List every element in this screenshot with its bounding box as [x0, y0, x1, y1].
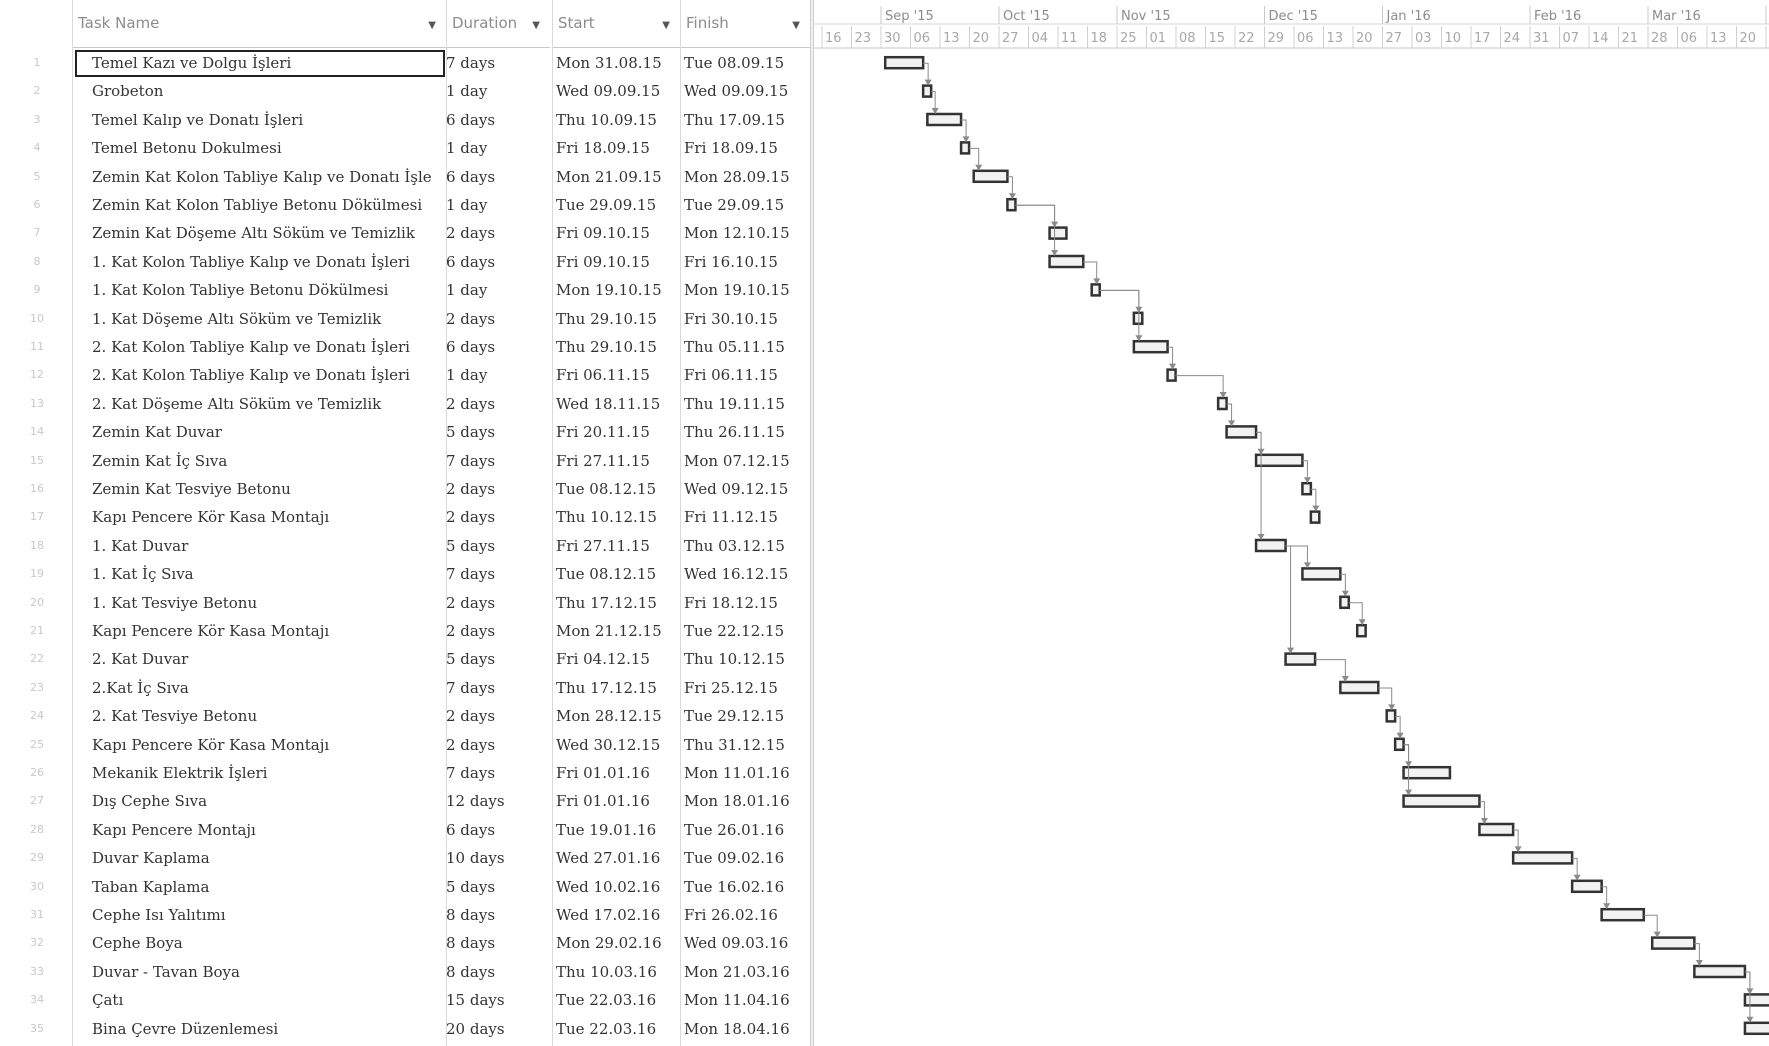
task-bar	[1309, 510, 1321, 524]
task-bar	[1006, 197, 1017, 212]
month-label: Nov '15	[1121, 9, 1171, 24]
dependency-link	[1015, 204, 1056, 227]
task-bar	[1284, 652, 1317, 666]
task-bar	[1743, 993, 1769, 1007]
task-bar	[1402, 765, 1452, 780]
week-label: 28	[1651, 31, 1668, 46]
week-label: 13	[1710, 31, 1727, 46]
task-bar	[883, 55, 925, 70]
week-label: 01	[1150, 31, 1167, 46]
dependency-link	[1175, 375, 1224, 397]
task-bar	[1166, 368, 1177, 382]
week-label: 14	[1592, 31, 1609, 46]
task-bar	[1216, 396, 1228, 411]
task-bar	[1048, 226, 1068, 240]
week-label: 03	[1415, 31, 1432, 46]
month-label: Sep '15	[885, 9, 934, 24]
week-label: 29	[1268, 31, 1285, 46]
week-label: 30	[884, 31, 901, 46]
task-bar	[959, 141, 971, 155]
week-label: 08	[1179, 31, 1196, 46]
week-label: 06	[914, 31, 931, 46]
week-label: 22	[1238, 31, 1255, 46]
task-bar	[1355, 623, 1367, 638]
task-bar	[1254, 538, 1287, 553]
week-label: 07	[1563, 31, 1580, 46]
week-label: 20	[1356, 31, 1373, 46]
task-bar	[926, 112, 963, 127]
week-label: 27	[1386, 31, 1403, 46]
task-bar	[1600, 907, 1646, 922]
week-label: 27	[1002, 31, 1019, 46]
task-bar	[1301, 567, 1342, 581]
week-label: 10	[1445, 31, 1462, 46]
week-label: 21	[1622, 31, 1639, 46]
task-bar	[1385, 709, 1397, 723]
task-bar	[1402, 794, 1481, 808]
task-bar	[921, 84, 933, 98]
task-bar	[972, 169, 1009, 184]
task-bar	[1132, 311, 1144, 326]
month-label: Feb '16	[1534, 9, 1581, 24]
week-label: 11	[1061, 31, 1078, 46]
task-bar	[1339, 680, 1380, 695]
week-label: 23	[855, 31, 872, 46]
task-bar	[1132, 339, 1169, 354]
task-bar	[1478, 822, 1515, 837]
dependency-link	[1099, 289, 1140, 312]
task-bar	[1225, 425, 1258, 439]
month-label: Oct '15	[1003, 9, 1050, 24]
task-bar	[1393, 737, 1405, 752]
task-bar	[1301, 481, 1313, 496]
week-label: 04	[1032, 31, 1049, 46]
week-label: 06	[1681, 31, 1698, 46]
dependency-link	[1256, 431, 1262, 539]
task-bar	[1090, 283, 1101, 297]
week-label: 16	[825, 31, 842, 46]
dependency-link	[1285, 545, 1292, 653]
dependency-link	[1315, 659, 1346, 681]
week-label: 13	[943, 31, 960, 46]
task-bar	[1339, 595, 1351, 610]
month-label: Mar '16	[1652, 9, 1701, 24]
week-label: 24	[1504, 31, 1521, 46]
task-bar	[1511, 851, 1574, 865]
month-label: Jan '16	[1386, 9, 1431, 24]
week-label: 17	[1474, 31, 1491, 46]
task-bar	[1048, 254, 1085, 269]
gantt-chart: Sep '15 Oct '15 Nov '15 Dec '15 Jan '16 Feb '…	[814, 0, 1769, 1036]
task-bar	[1650, 936, 1696, 950]
week-label: 25	[1120, 31, 1137, 46]
task-bar	[1693, 964, 1747, 979]
month-label: Dec '15	[1269, 9, 1318, 24]
week-label: 18	[1091, 31, 1108, 46]
week-label: 06	[1297, 31, 1314, 46]
week-label: 31	[1533, 31, 1550, 46]
week-label: 15	[1209, 31, 1226, 46]
dependency-link	[1285, 545, 1308, 568]
week-label: 13	[1327, 31, 1344, 46]
task-bar	[1570, 879, 1603, 894]
task-bar	[1254, 453, 1304, 468]
task-bar	[1743, 1021, 1769, 1036]
week-label: 20	[1740, 31, 1757, 46]
week-label: 20	[973, 31, 990, 46]
